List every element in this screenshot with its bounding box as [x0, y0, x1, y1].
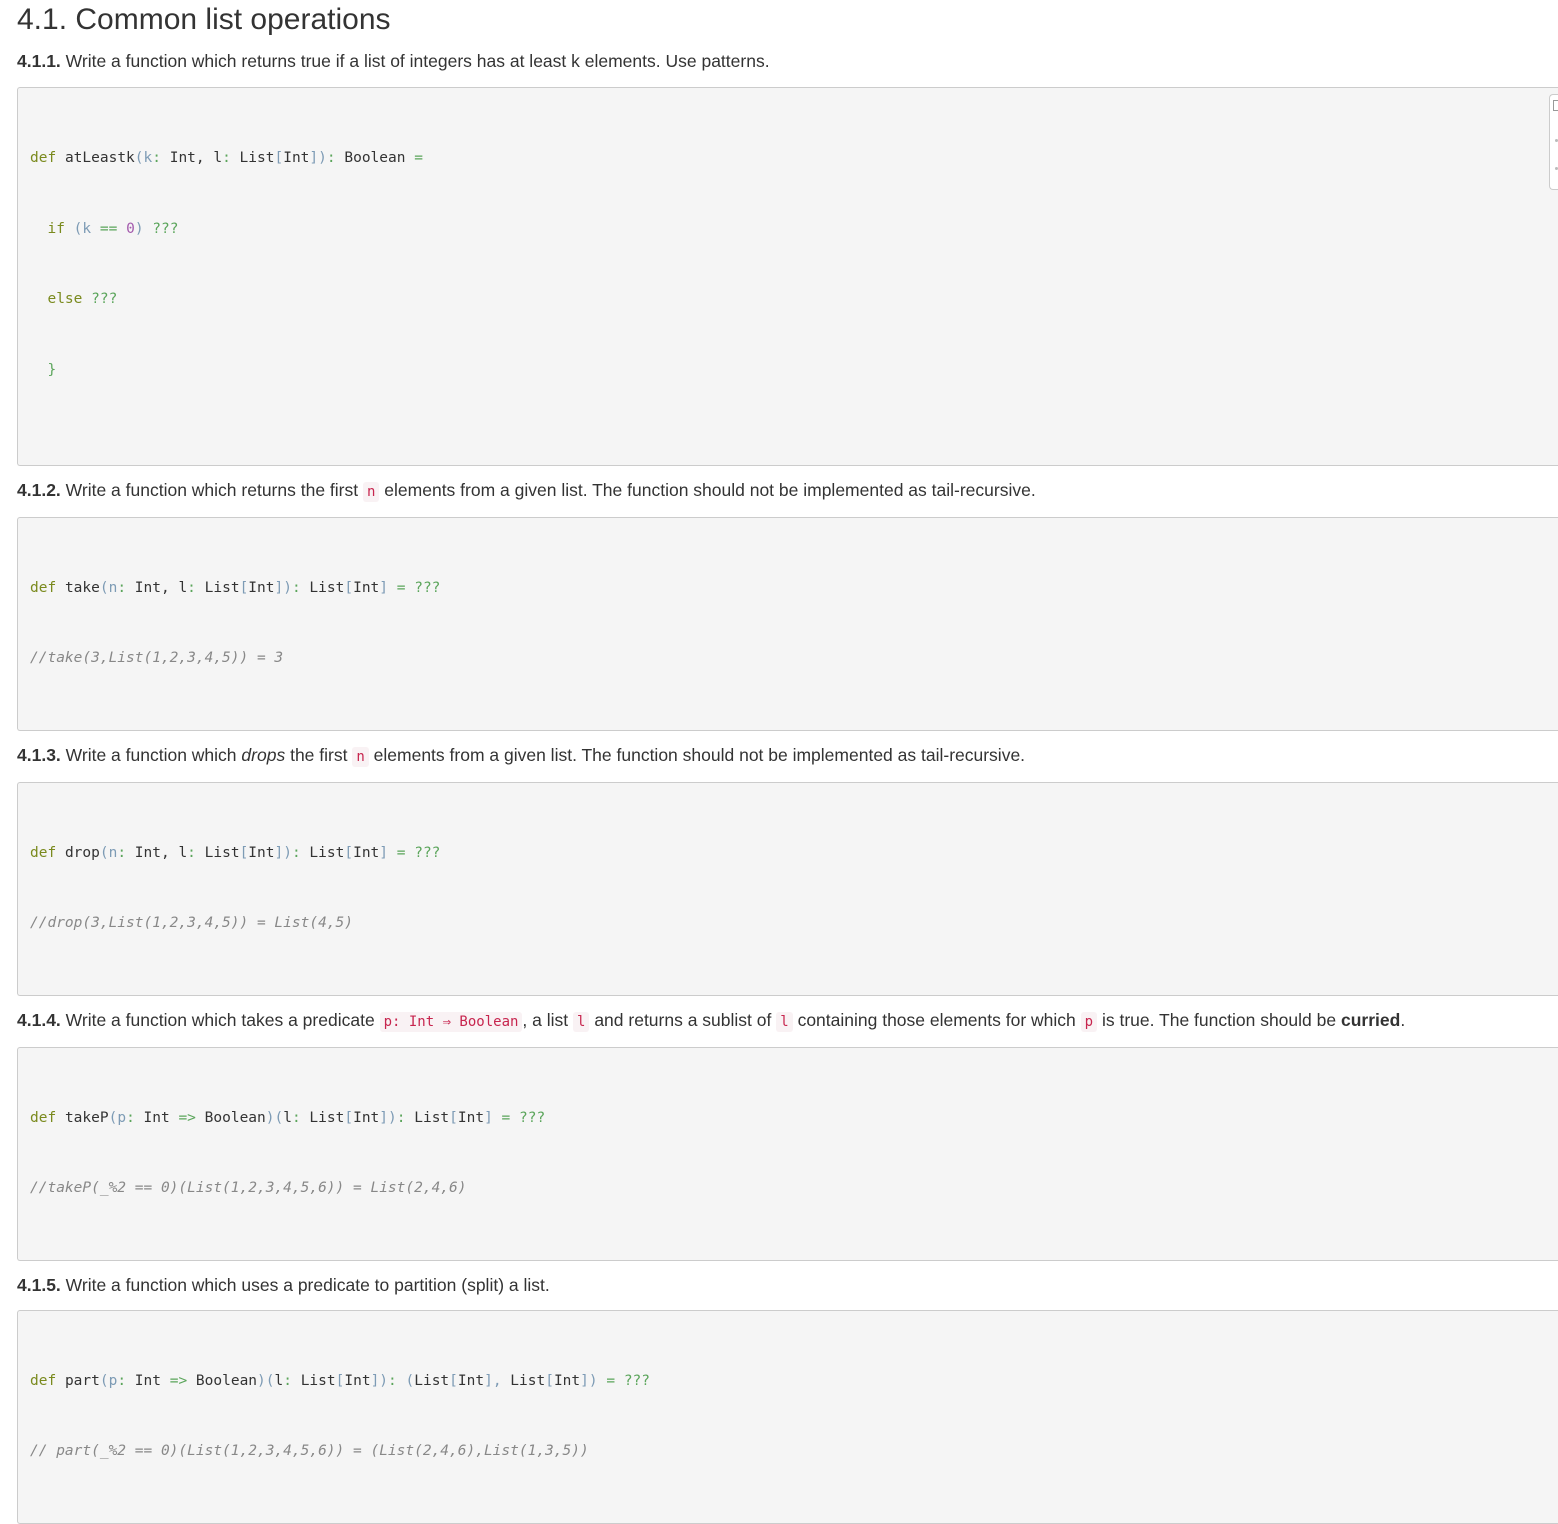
code-line: def drop(n: Int, l: List[Int]): List[Int… [30, 844, 441, 861]
code-block-part[interactable]: def part(p: Int => Boolean)(l: List[Int]… [17, 1309, 1558, 1524]
exercise-heading-4-1-3: 4.1.3. Write a function which drops the … [17, 743, 1558, 769]
exercise-text: is true. The function should be [1101, 1009, 1337, 1030]
code-block-drop[interactable]: def drop(n: Int, l: List[Int]): List[Int… [17, 781, 1558, 996]
inline-code: p: Int ⇒ Boolean [379, 1011, 523, 1032]
exercise-heading-4-1-4: 4.1.4. Write a function which takes a pr… [17, 1008, 1558, 1034]
exercise-text: and returns a sublist of [594, 1009, 772, 1030]
exercise-text: Write a function which takes a predicate [65, 1009, 375, 1030]
code-block-atleastk[interactable]: def atLeastk(k: Int, l: List[Int]): Bool… [17, 87, 1558, 466]
exercise-strong: curried [1340, 1009, 1401, 1030]
inline-code: n [352, 746, 369, 767]
inline-code: l [776, 1011, 793, 1032]
exercise-text: elements from a given list. The function… [384, 479, 1036, 500]
exercise-text: elements from a given list. The function… [373, 744, 1026, 765]
code-line: def take(n: Int, l: List[Int]): List[Int… [30, 579, 441, 596]
code-line: } [47, 361, 57, 378]
exercise-number: 4.1.1. [17, 51, 61, 71]
exercise-text: containing those elements for which [797, 1009, 1076, 1030]
exercise-text: . [1400, 1009, 1406, 1030]
code-line: def atLeastk(k: Int, l: List[Int]): Bool… [30, 150, 423, 166]
exercise-heading-4-1-5: 4.1.5. Write a function which uses a pre… [17, 1273, 1558, 1297]
exercise-number: 4.1.4. [17, 1009, 61, 1030]
code-line: else ??? [47, 291, 118, 307]
inline-code: l [573, 1011, 590, 1032]
code-comment: //take(3,List(1,2,3,4,5)) = 3 [30, 650, 284, 666]
code-comment: //takeP(_%2 == 0)(List(1,2,3,4,5,6)) = L… [30, 1180, 467, 1196]
exercise-heading-4-1-2: 4.1.2. Write a function which returns th… [17, 478, 1558, 504]
exercise-emphasis: drops [241, 744, 286, 765]
page-title: 4.1. Common list operations [17, 3, 391, 36]
code-comment: //drop(3,List(1,2,3,4,5)) = List(4,5) [30, 915, 354, 931]
inline-code: p [1080, 1011, 1098, 1032]
code-comment: // part(_%2 == 0)(List(1,2,3,4,5,6)) = (… [30, 1443, 589, 1459]
code-line: def part(p: Int => Boolean)(l: List[Int]… [30, 1372, 651, 1389]
exercise-text: , a list [522, 1009, 569, 1030]
exercise-number: 4.1.2. [17, 479, 61, 500]
exercise-text: Write a function which uses a predicate … [65, 1274, 550, 1295]
code-line: if (k == 0) ??? [47, 220, 179, 237]
exercise-text: Write a function which returns the first [65, 479, 359, 500]
code-line: def takeP(p: Int => Boolean)(l: List[Int… [30, 1109, 546, 1126]
exercise-number: 4.1.5. [17, 1274, 61, 1295]
exercise-text: Write a function which returns true if a… [65, 51, 770, 71]
page-content: 4.1. Common list operations 4.1.1. Write… [17, 0, 1558, 1524]
copy-code-button[interactable] [1549, 94, 1558, 190]
copy-icon [1553, 100, 1558, 111]
code-block-take[interactable]: def take(n: Int, l: List[Int]): List[Int… [17, 516, 1558, 731]
code-block-takep[interactable]: def takeP(p: Int => Boolean)(l: List[Int… [17, 1046, 1558, 1261]
exercise-number: 4.1.3. [17, 744, 61, 765]
exercise-text: Write a function which [65, 744, 237, 765]
exercise-text: the first [290, 744, 348, 765]
inline-code: n [362, 481, 380, 502]
exercise-heading-4-1-1: 4.1.1. Write a function which returns tr… [17, 49, 1558, 73]
